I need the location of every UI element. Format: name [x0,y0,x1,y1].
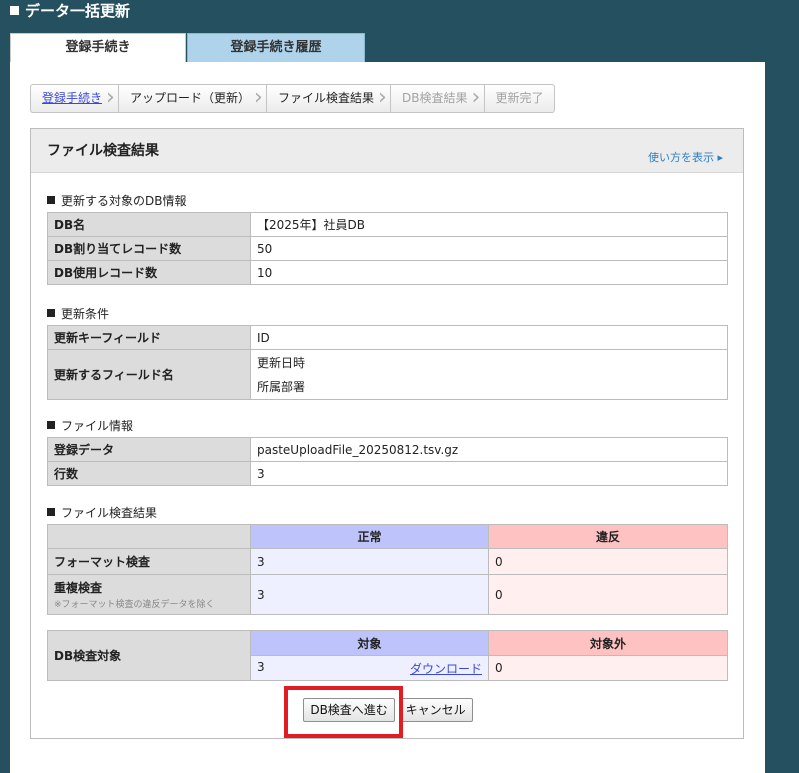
update-conditions-heading-text: 更新条件 [61,307,110,321]
key-field-label: 更新キーフィールド [47,325,251,350]
db-used-records-label: DB使用レコード数 [47,260,251,285]
registered-data-value: pasteUploadFile_20250812.tsv.gz [250,437,728,462]
heading-square-icon [47,508,55,516]
step-file-inspection-label: ファイル検査結果 [278,91,375,105]
step-db-inspection: DB検査結果 › [390,84,484,113]
table-row: DB検査対象 対象 対象外 [47,630,728,681]
step-breadcrumb: 登録手続き › アップロード（更新） › ファイル検査結果 › DB検査結果 ›… [30,84,555,113]
non-target-value: 0 [488,655,728,681]
format-check-ok-value: 3 [250,548,489,575]
step-file-inspection: ファイル検査結果 › [266,84,391,113]
main-panel: 登録手続き › アップロード（更新） › ファイル検査結果 › DB検査結果 ›… [10,62,765,773]
cancel-button[interactable]: キャンセル [398,698,473,722]
duplicate-check-label: 重複検査 ※フォーマット検査の違反データを除く [47,574,251,615]
db-name-value: 【2025年】社員DB [250,212,728,237]
inspection-heading: ファイル検査結果 [47,504,157,521]
section-title: ファイル検査結果 [47,143,159,159]
registered-data-label: 登録データ [47,437,251,462]
table-row: DB名 【2025年】社員DB [47,212,728,237]
inspection-section: ファイル検査結果 使い方を表示 ▸ 更新する対象のDB情報 DB名 【2025年… [30,128,744,739]
update-field-item: 所属部署 [257,379,306,394]
tab-registration-history[interactable]: 登録手続き履歴 [187,33,365,62]
title-square-icon [10,6,19,15]
target-value-cell: 3 ダウンロード [250,655,489,681]
inspection-table: 正常 違反 フォーマット検査 3 0 重複検査 ※フォーマット検査の違反データを… [47,524,728,615]
table-row: DB使用レコード数 10 [47,260,728,285]
target-value: 3 [257,659,265,674]
chevron-right-icon: › [378,85,387,110]
step-update-complete-label: 更新完了 [495,91,544,105]
db-info-table: DB名 【2025年】社員DB DB割り当てレコード数 50 DB使用レコード数… [47,212,728,285]
db-used-records-value: 10 [250,260,728,285]
chevron-right-icon: › [254,85,263,110]
update-conditions-table: 更新キーフィールド ID 更新するフィールド名 更新日時 所属部署 [47,325,728,400]
table-row: 更新するフィールド名 更新日時 所属部署 [47,349,728,400]
db-target-label: DB検査対象 [47,630,251,681]
table-row: DB割り当てレコード数 50 [47,236,728,261]
tab-bar: 登録手続き 登録手続き履歴 [10,33,365,62]
chevron-right-icon: › [106,85,115,110]
tab-registration[interactable]: 登録手続き [10,33,186,62]
duplicate-check-ok-value: 3 [250,574,489,615]
format-check-label: フォーマット検査 [47,548,251,575]
proceed-db-inspection-button[interactable]: DB検査へ進む [303,698,395,722]
table-row: 更新キーフィールド ID [47,325,728,350]
step-registration[interactable]: 登録手続き › [30,84,119,113]
chevron-right-icon: › [471,85,481,110]
file-info-table: 登録データ pasteUploadFile_20250812.tsv.gz 行数… [47,437,728,486]
db-allocated-records-value: 50 [250,236,728,261]
page-title: データ一括更新 [10,0,130,24]
heading-square-icon [47,196,55,204]
row-count-value: 3 [250,461,728,486]
file-info-heading: ファイル情報 [47,417,133,434]
duplicate-check-title: 重複検査 [54,581,103,595]
section-header: ファイル検査結果 使い方を表示 ▸ [31,129,743,173]
key-field-value: ID [250,325,728,350]
table-row: 登録データ pasteUploadFile_20250812.tsv.gz [47,437,728,462]
db-info-heading-text: 更新する対象のDB情報 [61,194,187,208]
duplicate-check-note: ※フォーマット検査の違反データを除く [54,600,215,610]
table-row: フォーマット検査 3 0 [47,548,728,575]
step-update-complete: 更新完了 [483,84,555,113]
table-row: 行数 3 [47,461,728,486]
row-count-label: 行数 [47,461,251,486]
step-upload: アップロード（更新） › [118,84,267,113]
action-bar: DB検査へ進む キャンセル [31,698,745,722]
update-conditions-heading: 更新条件 [47,305,109,322]
table-row: 正常 違反 [47,524,728,549]
db-allocated-records-label: DB割り当てレコード数 [47,236,251,261]
update-field-item: 更新日時 [257,355,306,370]
download-link[interactable]: ダウンロード [410,660,482,677]
show-usage-link[interactable]: 使い方を表示 ▸ [648,149,723,165]
non-target-column-header: 対象外 [488,630,728,656]
ng-column-header: 違反 [488,524,728,549]
format-check-ng-value: 0 [488,548,728,575]
heading-square-icon [47,309,55,317]
step-upload-label: アップロード（更新） [130,91,251,105]
db-info-heading: 更新する対象のDB情報 [47,192,186,209]
file-info-heading-text: ファイル情報 [61,419,134,433]
table-row: 重複検査 ※フォーマット検査の違反データを除く 3 0 [47,574,728,615]
step-registration-link[interactable]: 登録手続き [42,91,102,105]
heading-square-icon [47,421,55,429]
page-title-text: データ一括更新 [25,2,131,20]
inspection-corner-cell [47,524,251,549]
ok-column-header: 正常 [250,524,489,549]
duplicate-check-ng-value: 0 [488,574,728,615]
step-db-inspection-label: DB検査結果 [402,91,468,105]
update-fields-label: 更新するフィールド名 [47,349,251,400]
db-name-label: DB名 [47,212,251,237]
target-column-header: 対象 [250,630,489,656]
db-target-table: DB検査対象 対象 対象外 3 ダウンロード 0 [47,630,728,681]
update-fields-value: 更新日時 所属部署 [250,349,728,400]
inspection-heading-text: ファイル検査結果 [61,506,158,520]
